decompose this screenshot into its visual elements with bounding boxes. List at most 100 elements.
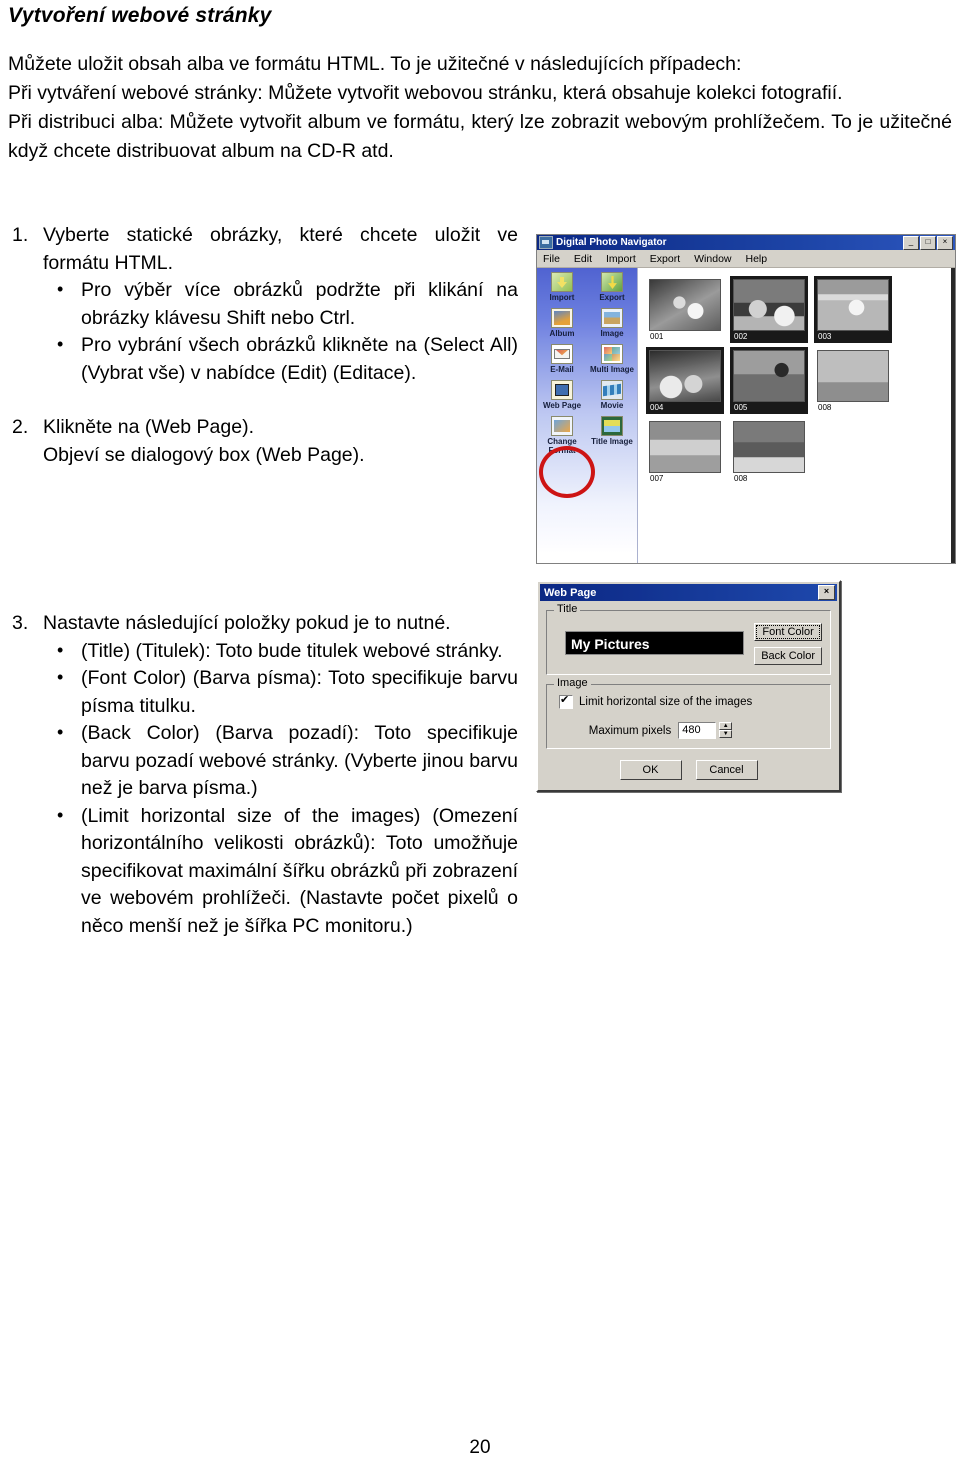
maximum-pixels-row: Maximum pixels 480 ▲ ▼ bbox=[555, 722, 822, 739]
step-3: 3. Nastavte následující položky pokud je… bbox=[8, 610, 518, 940]
thumbnail-item[interactable]: 008 bbox=[814, 347, 892, 414]
image-group: Image Limit horizontal size of the image… bbox=[546, 677, 831, 749]
sidebar-item-label: Change Format bbox=[547, 437, 577, 455]
maximum-pixels-stepper[interactable]: 480 ▲ ▼ bbox=[678, 722, 733, 739]
list-item: Pro výběr více obrázků podržte při kliká… bbox=[43, 276, 518, 332]
thumbnail-caption: 003 bbox=[818, 332, 832, 341]
thumbnail-image bbox=[649, 421, 721, 473]
thumbnail-image bbox=[817, 279, 889, 331]
thumbnail-grid: 001 002 003 004 005 008 007 008 bbox=[638, 268, 955, 563]
intro-paragraph-1: Můžete uložit obsah alba ve formátu HTML… bbox=[8, 53, 742, 75]
thumbnail-item[interactable]: 003 bbox=[814, 276, 892, 343]
menu-item-file[interactable]: File bbox=[543, 253, 560, 265]
back-color-button[interactable]: Back Color bbox=[754, 647, 822, 665]
import-icon bbox=[551, 272, 573, 292]
title-image-icon bbox=[601, 416, 623, 436]
maximum-pixels-input[interactable]: 480 bbox=[678, 722, 717, 739]
intro-paragraph-3: Při distribuci alba: Můžete vytvořit alb… bbox=[8, 111, 952, 162]
list-item: Pro vybrání všech obrázků klikněte na (S… bbox=[43, 331, 518, 387]
step-3-text: Nastavte následující položky pokud je to… bbox=[43, 612, 451, 634]
album-icon bbox=[551, 308, 573, 328]
navigator-window-title: Digital Photo Navigator bbox=[556, 237, 667, 248]
thumbnail-image bbox=[733, 421, 805, 473]
thumbnail-image bbox=[817, 350, 889, 402]
step-1-text: Vyberte statické obrázky, které chcete u… bbox=[43, 224, 518, 274]
close-icon[interactable]: × bbox=[937, 235, 953, 250]
sidebar-item-title-image[interactable]: Title Image bbox=[589, 416, 635, 455]
thumbnail-row: 001 002 003 bbox=[646, 276, 955, 343]
navigator-sidebar: Import Export Album Image E-Mail Multi I… bbox=[537, 268, 638, 563]
sidebar-item-web-page[interactable]: Web Page bbox=[539, 380, 585, 410]
web-page-icon bbox=[551, 380, 573, 400]
web-page-dialog-screenshot: Web Page × Title My Pictures Font Color … bbox=[536, 580, 841, 792]
sidebar-item-label: Image bbox=[600, 329, 624, 338]
title-group: Title My Pictures Font Color Back Color bbox=[546, 603, 831, 675]
list-item: (Limit horizontal size of the images) (O… bbox=[43, 802, 518, 941]
sidebar-row-1: Import Export bbox=[537, 272, 637, 302]
sidebar-item-label: Movie bbox=[600, 401, 624, 410]
thumbnail-caption: 002 bbox=[734, 332, 748, 341]
sidebar-item-album[interactable]: Album bbox=[539, 308, 585, 338]
change-format-icon bbox=[551, 416, 573, 436]
thumbnail-item[interactable]: 007 bbox=[646, 418, 724, 485]
image-icon bbox=[601, 308, 623, 328]
thumbnail-image bbox=[733, 279, 805, 331]
sidebar-row-4: Web Page Movie bbox=[537, 380, 637, 410]
thumbnail-image bbox=[649, 279, 721, 331]
thumbnail-item[interactable]: 002 bbox=[730, 276, 808, 343]
sidebar-row-2: Album Image bbox=[537, 308, 637, 338]
menu-item-help[interactable]: Help bbox=[746, 253, 768, 265]
navigator-client-area: Import Export Album Image E-Mail Multi I… bbox=[537, 268, 955, 563]
maximize-icon[interactable]: □ bbox=[920, 235, 936, 250]
sidebar-item-image[interactable]: Image bbox=[589, 308, 635, 338]
sidebar-item-multi-image[interactable]: Multi Image bbox=[589, 344, 635, 374]
menu-item-window[interactable]: Window bbox=[694, 253, 731, 265]
stepper-down-icon[interactable]: ▼ bbox=[719, 730, 733, 738]
thumbnail-row: 004 005 008 bbox=[646, 347, 955, 414]
sidebar-item-label: Web Page bbox=[542, 401, 582, 410]
sidebar-item-label: Export bbox=[599, 293, 625, 302]
checkbox-icon[interactable] bbox=[559, 693, 573, 709]
thumbnail-row: 007 008 bbox=[646, 418, 955, 485]
thumbnail-item[interactable]: 008 bbox=[730, 418, 808, 485]
thumbnail-image bbox=[733, 350, 805, 402]
email-icon bbox=[551, 344, 573, 364]
thumbnail-item[interactable]: 005 bbox=[730, 347, 808, 414]
list-item: (Back Color) (Barva pozadí): Toto specif… bbox=[43, 719, 518, 803]
stepper-up-icon[interactable]: ▲ bbox=[719, 722, 733, 730]
menu-item-export[interactable]: Export bbox=[650, 253, 680, 265]
thumbnail-caption: 004 bbox=[650, 403, 664, 412]
limit-size-checkbox-row[interactable]: Limit horizontal size of the images bbox=[559, 693, 822, 709]
menu-item-edit[interactable]: Edit bbox=[574, 253, 592, 265]
sidebar-item-label: Multi Image bbox=[589, 365, 634, 374]
vertical-scrollbar[interactable] bbox=[951, 268, 955, 563]
limit-size-checkbox-label: Limit horizontal size of the images bbox=[579, 696, 753, 708]
sidebar-item-export[interactable]: Export bbox=[589, 272, 635, 302]
ok-button[interactable]: OK bbox=[619, 760, 682, 780]
thumbnail-item[interactable]: 001 bbox=[646, 276, 724, 343]
sidebar-row-3: E-Mail Multi Image bbox=[537, 344, 637, 374]
sidebar-item-change-format[interactable]: Change Format bbox=[539, 416, 585, 455]
sidebar-item-movie[interactable]: Movie bbox=[589, 380, 635, 410]
menu-item-import[interactable]: Import bbox=[606, 253, 636, 265]
cancel-button[interactable]: Cancel bbox=[695, 760, 758, 780]
page-title: Vytvoření webové stránky bbox=[8, 4, 272, 27]
minimize-icon[interactable]: _ bbox=[903, 235, 919, 250]
navigator-menubar: File Edit Import Export Window Help bbox=[537, 250, 955, 268]
multi-image-icon bbox=[601, 344, 623, 364]
app-icon bbox=[539, 236, 553, 249]
sidebar-item-import[interactable]: Import bbox=[539, 272, 585, 302]
step-2: 2. Klikněte na (Web Page). Objeví se dia… bbox=[8, 414, 518, 469]
sidebar-item-label: E-Mail bbox=[550, 365, 574, 374]
steps-group-lower: 3. Nastavte následující položky pokud je… bbox=[8, 610, 518, 940]
digital-photo-navigator-screenshot: Digital Photo Navigator _ □ × File Edit … bbox=[536, 234, 956, 564]
step-2-text-secondary: Objeví se dialogový box (Web Page). bbox=[43, 443, 365, 466]
thumbnail-caption: 007 bbox=[650, 474, 664, 483]
font-color-button[interactable]: Font Color bbox=[754, 623, 822, 641]
title-input[interactable]: My Pictures bbox=[565, 631, 745, 655]
sidebar-item-email[interactable]: E-Mail bbox=[539, 344, 585, 374]
color-buttons: Font Color Back Color bbox=[754, 621, 822, 665]
thumbnail-item[interactable]: 004 bbox=[646, 347, 724, 414]
close-icon[interactable]: × bbox=[818, 585, 835, 600]
